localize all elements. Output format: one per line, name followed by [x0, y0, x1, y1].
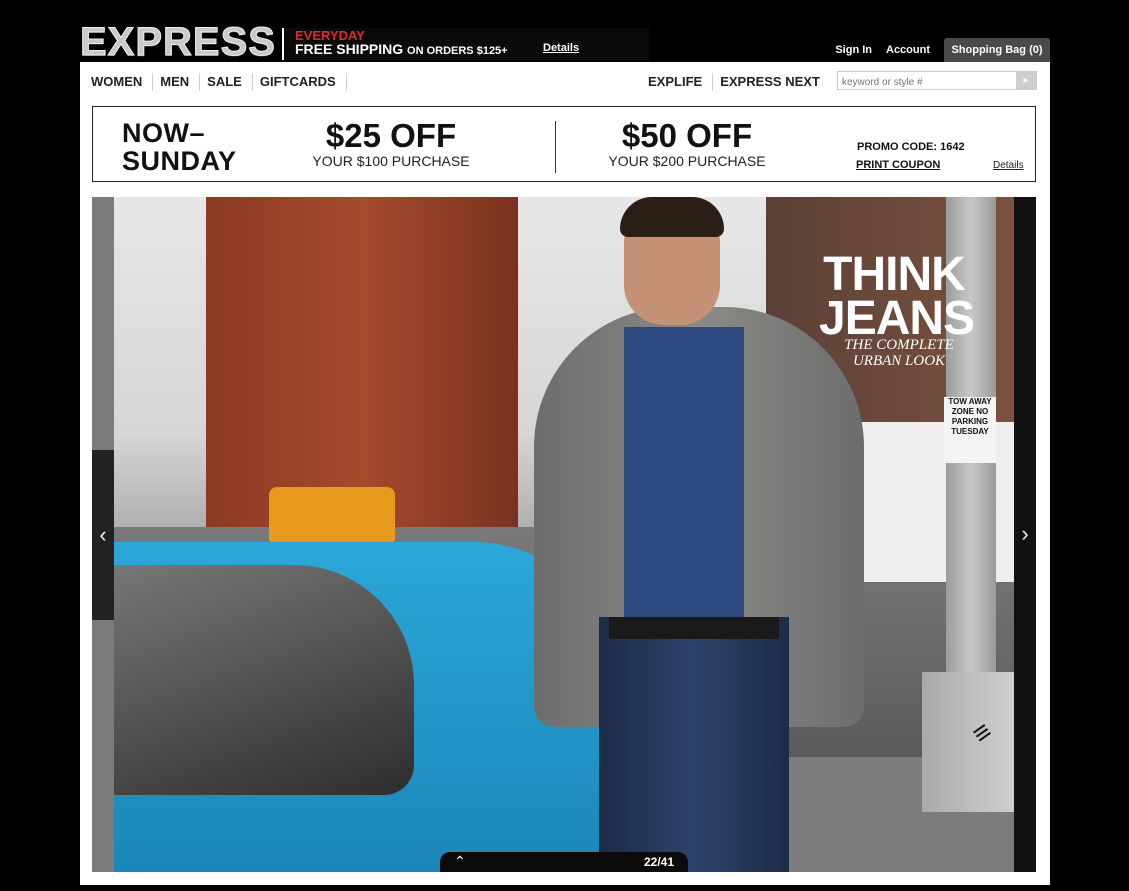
offer-25: $25 OFF YOUR $100 PURCHASE — [291, 117, 491, 170]
hero-title-line1: THINK — [823, 248, 966, 301]
offer-25-amount: $25 OFF — [325, 117, 457, 154]
hero-subtitle: THE COMPLETE URBAN LOOK — [829, 337, 969, 369]
hero-image: TOW AWAY ZONE NO PARKING TUESDAY THINK J… — [114, 197, 1014, 872]
model-shirt-image — [624, 327, 744, 627]
promo-banner: NOW– SUNDAY $25 OFF YOUR $100 PURCHASE $… — [92, 106, 1036, 182]
nav-sale[interactable]: SALE — [200, 73, 253, 91]
print-coupon-link[interactable]: PRINT COUPON — [856, 159, 940, 171]
shipping-free-label: FREE SHIPPING — [295, 41, 404, 57]
hero-title-line2: JEANS — [819, 292, 975, 345]
account-links: Sign In Account — [835, 44, 930, 56]
taxi-image — [269, 487, 395, 545]
promo-dates: NOW– SUNDAY — [122, 119, 237, 175]
promo-dates-line1: NOW– — [122, 118, 205, 148]
free-shipping-banner: EVERYDAY FREE SHIPPING ON ORDERS $125+ D… — [282, 28, 649, 60]
shipping-details-link[interactable]: Details — [543, 42, 579, 54]
search-submit-icon[interactable]: ▸ — [1016, 72, 1036, 89]
nav-giftcards[interactable]: GIFTCARDS — [253, 73, 347, 91]
nav-men[interactable]: MEN — [153, 73, 201, 91]
account-link[interactable]: Account — [886, 44, 930, 56]
building-image — [206, 197, 518, 527]
hero-title: THINK JEANS — [819, 248, 975, 345]
offer-50-condition: YOUR $200 PURCHASE — [608, 153, 766, 169]
promo-code: PROMO CODE: 1642 — [857, 141, 965, 153]
promo-details-link[interactable]: Details — [993, 160, 1024, 171]
express-logo[interactable]: EXPRESS — [80, 22, 276, 63]
promo-divider — [555, 121, 556, 173]
promo-dates-line2: SUNDAY — [122, 146, 237, 176]
model-hair-image — [620, 197, 724, 237]
chevron-up-icon[interactable]: ⌃ — [454, 853, 466, 870]
offer-50: $50 OFF YOUR $200 PURCHASE — [587, 117, 787, 170]
hero-slideshow[interactable]: TOW AWAY ZONE NO PARKING TUESDAY THINK J… — [92, 197, 1036, 872]
slide-pager: ⌃ 22/41 — [440, 852, 688, 872]
pole-base-image — [922, 672, 1014, 812]
shipping-headline: FREE SHIPPING ON ORDERS $125+ — [295, 41, 508, 57]
hero-subtitle-line2: URBAN LOOK — [852, 353, 946, 369]
car-window-image — [114, 565, 414, 795]
nav-secondary: EXPLIFE EXPRESS NEXT — [641, 73, 830, 91]
prev-slide-icon[interactable]: ‹ — [92, 450, 114, 620]
search-input[interactable] — [838, 74, 1018, 91]
sign-in-link[interactable]: Sign In — [835, 44, 872, 56]
offer-50-amount: $50 OFF — [621, 117, 753, 154]
slide-counter: 22/41 — [644, 855, 675, 869]
nav-categories: WOMEN MEN SALE GIFTCARDS — [84, 73, 347, 91]
search-box: ▸ — [837, 71, 1037, 91]
nav-women[interactable]: WOMEN — [84, 73, 154, 91]
shopping-bag-button[interactable]: Shopping Bag (0) — [944, 38, 1050, 62]
model-jeans-image — [599, 617, 789, 872]
hero-subtitle-line1: THE COMPLETE — [844, 337, 954, 353]
main-panel: WOMEN MEN SALE GIFTCARDS EXPLIFE EXPRESS… — [80, 62, 1050, 885]
model-belt-image — [609, 617, 779, 639]
nav-express-next[interactable]: EXPRESS NEXT — [713, 73, 830, 91]
main-nav: WOMEN MEN SALE GIFTCARDS EXPLIFE EXPRESS… — [80, 62, 1050, 102]
offer-25-condition: YOUR $100 PURCHASE — [312, 153, 470, 169]
shipping-threshold: ON ORDERS $125+ — [407, 45, 508, 57]
nav-explife[interactable]: EXPLIFE — [641, 73, 714, 91]
tow-away-sign: TOW AWAY ZONE NO PARKING TUESDAY — [944, 397, 996, 463]
next-slide-icon[interactable]: › — [1014, 514, 1036, 554]
